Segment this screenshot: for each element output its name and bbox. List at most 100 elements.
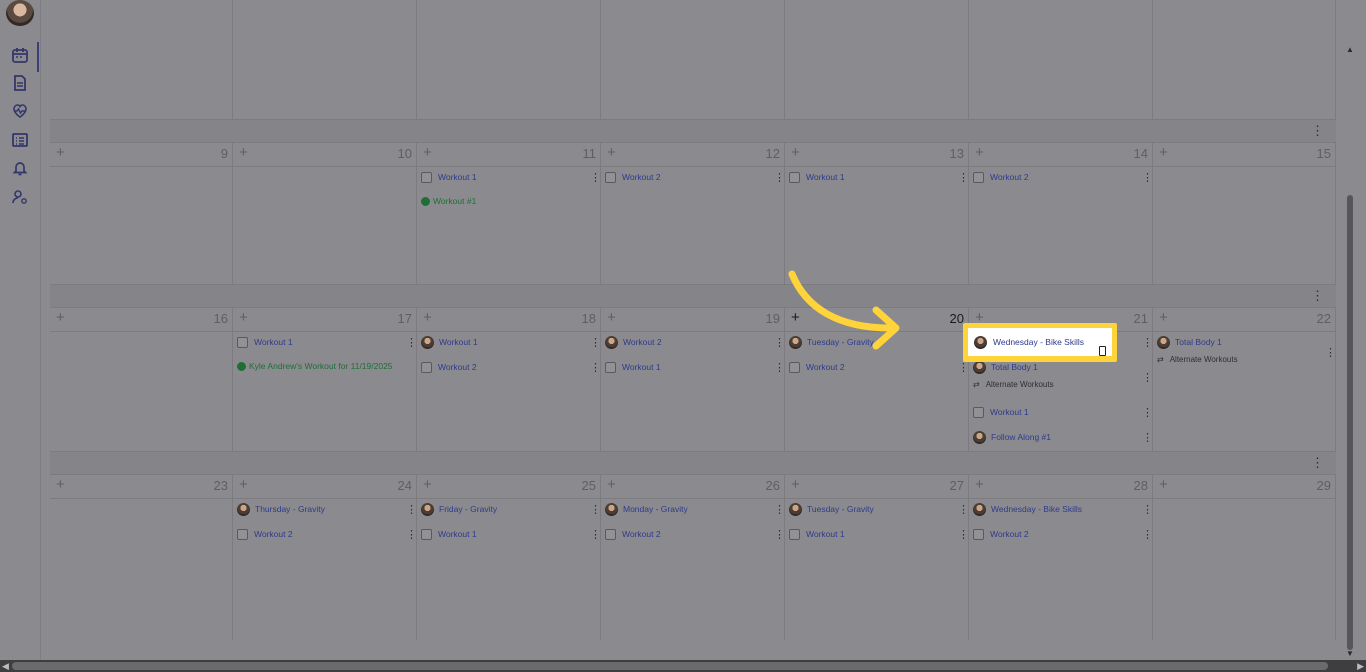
checkbox[interactable]: [789, 361, 800, 373]
more-icon[interactable]: ⋮: [958, 503, 969, 516]
workout-entry[interactable]: Workout 2 ⋮: [237, 525, 417, 543]
workout-title[interactable]: Workout 2: [254, 529, 406, 539]
completed-entry[interactable]: Kyle Andrew's Workout for 11/19/2025: [237, 357, 412, 375]
more-icon[interactable]: ⋮: [590, 336, 601, 349]
checkbox[interactable]: [421, 361, 432, 373]
document-icon[interactable]: [11, 74, 29, 92]
workout-title[interactable]: Wednesday - Bike Skills: [991, 504, 1142, 514]
more-icon[interactable]: ⋮: [1142, 371, 1153, 384]
add-icon[interactable]: +: [1159, 144, 1168, 161]
more-icon[interactable]: ⋮: [958, 528, 969, 541]
more-icon[interactable]: ⋮: [1142, 171, 1153, 184]
workout-entry[interactable]: Workout 2 ⋮: [605, 333, 785, 351]
bell-icon[interactable]: [11, 159, 29, 177]
more-icon[interactable]: ⋮: [590, 361, 601, 374]
add-icon[interactable]: +: [423, 309, 432, 326]
workout-entry[interactable]: Friday - Gravity ⋮: [421, 500, 601, 518]
workout-title[interactable]: Workout 1: [990, 407, 1142, 417]
checkbox[interactable]: [973, 406, 984, 418]
add-icon[interactable]: +: [607, 476, 616, 493]
more-icon[interactable]: ⋮: [774, 528, 785, 541]
workout-entry[interactable]: Workout 1 ⋮: [605, 358, 785, 376]
workout-entry[interactable]: Workout 2 ⋮: [973, 168, 1153, 186]
list-icon[interactable]: [11, 131, 29, 149]
checkbox[interactable]: [605, 171, 616, 183]
more-icon[interactable]: ⋮: [958, 171, 969, 184]
scroll-left-icon[interactable]: ◀: [2, 661, 9, 672]
checkbox[interactable]: [973, 528, 984, 540]
workout-entry[interactable]: Workout 1 ⋮: [421, 168, 601, 186]
workout-title[interactable]: Workout 1: [254, 337, 406, 347]
heart-pulse-icon[interactable]: [11, 102, 29, 120]
add-icon[interactable]: +: [56, 476, 65, 493]
add-icon[interactable]: +: [56, 144, 65, 161]
checkbox[interactable]: [605, 361, 616, 373]
user-settings-icon[interactable]: [11, 188, 29, 206]
workout-title[interactable]: Tuesday - Gravity: [807, 504, 958, 514]
more-icon[interactable]: ⋮: [1142, 528, 1153, 541]
week-menu-icon[interactable]: ⋮: [1311, 455, 1324, 471]
workout-title[interactable]: Thursday - Gravity: [255, 504, 406, 514]
checkbox[interactable]: [973, 171, 984, 183]
checkbox[interactable]: [421, 171, 432, 183]
week-menu-icon[interactable]: ⋮: [1311, 288, 1324, 304]
vertical-scrollbar[interactable]: ▲ ▼: [1344, 45, 1356, 660]
workout-entry[interactable]: Workout 1 ⋮: [421, 333, 601, 351]
avatar[interactable]: [6, 0, 34, 26]
more-icon[interactable]: ⋮: [590, 171, 601, 184]
add-icon[interactable]: +: [1159, 476, 1168, 493]
workout-entry[interactable]: Workout 1 ⋮: [789, 525, 969, 543]
checkbox[interactable]: [605, 528, 616, 540]
workout-entry[interactable]: Follow Along #1 ⋮: [973, 428, 1153, 446]
workout-entry[interactable]: Workout 2 ⋮: [973, 525, 1153, 543]
add-icon[interactable]: +: [607, 144, 616, 161]
workout-entry[interactable]: Workout 1 ⋮: [421, 525, 601, 543]
add-icon[interactable]: +: [975, 476, 984, 493]
highlighted-title[interactable]: Wednesday - Bike Skills: [993, 337, 1084, 347]
workout-title[interactable]: Total Body 1: [1175, 337, 1325, 347]
scroll-up-icon[interactable]: ▲: [1346, 45, 1354, 54]
checkbox[interactable]: [789, 528, 800, 540]
more-icon[interactable]: ⋮: [774, 336, 785, 349]
checkbox[interactable]: [789, 171, 800, 183]
highlighted-entry-inner[interactable]: Wednesday - Bike Skills: [968, 328, 1112, 356]
more-icon[interactable]: ⋮: [774, 361, 785, 374]
add-icon[interactable]: +: [791, 144, 800, 161]
more-icon[interactable]: ⋮: [406, 336, 417, 349]
workout-entry[interactable]: Tuesday - Gravity⋮: [789, 500, 969, 518]
more-icon[interactable]: ⋮: [590, 503, 601, 516]
checkbox[interactable]: [421, 528, 432, 540]
workout-title[interactable]: Workout 2: [623, 337, 774, 347]
more-icon[interactable]: ⋮: [958, 361, 969, 374]
more-icon[interactable]: ⋮: [1325, 346, 1336, 359]
alternate-workouts[interactable]: ⇄ Alternate Workouts: [973, 380, 1054, 389]
workout-title[interactable]: Workout 1: [439, 337, 590, 347]
workout-title[interactable]: Workout 1: [806, 529, 958, 539]
scroll-thumb[interactable]: [12, 662, 1328, 670]
workout-entry[interactable]: Thursday - Gravity ⋮: [237, 500, 417, 518]
add-icon[interactable]: +: [607, 309, 616, 326]
workout-title[interactable]: Follow Along #1: [991, 432, 1142, 442]
workout-title[interactable]: Monday - Gravity: [623, 504, 774, 514]
add-icon[interactable]: +: [791, 476, 800, 493]
workout-entry[interactable]: Monday - Gravity ⋮: [605, 500, 785, 518]
workout-entry[interactable]: Workout 2 ⋮: [789, 358, 969, 376]
more-icon[interactable]: ⋮: [406, 528, 417, 541]
workout-title[interactable]: Workout 1: [806, 172, 958, 182]
add-icon[interactable]: +: [56, 309, 65, 326]
scroll-thumb[interactable]: [1347, 195, 1353, 650]
scroll-down-icon[interactable]: ▼: [1346, 649, 1354, 658]
more-icon[interactable]: ⋮: [1142, 406, 1153, 419]
add-icon[interactable]: +: [239, 476, 248, 493]
add-icon[interactable]: +: [1159, 309, 1168, 326]
checkbox[interactable]: [237, 336, 248, 348]
highlighted-entry[interactable]: Wednesday - Bike Skills: [963, 323, 1117, 362]
workout-title[interactable]: Workout 2: [438, 362, 590, 372]
workout-title[interactable]: Workout 2: [622, 172, 774, 182]
workout-title[interactable]: Workout 1: [438, 172, 590, 182]
workout-entry[interactable]: Workout 2 ⋮: [605, 168, 785, 186]
week-menu-icon[interactable]: ⋮: [1311, 123, 1324, 139]
workout-title[interactable]: Friday - Gravity: [439, 504, 590, 514]
alternate-workouts[interactable]: ⇄ Alternate Workouts: [1157, 355, 1238, 364]
workout-entry[interactable]: Workout 2 ⋮: [605, 525, 785, 543]
